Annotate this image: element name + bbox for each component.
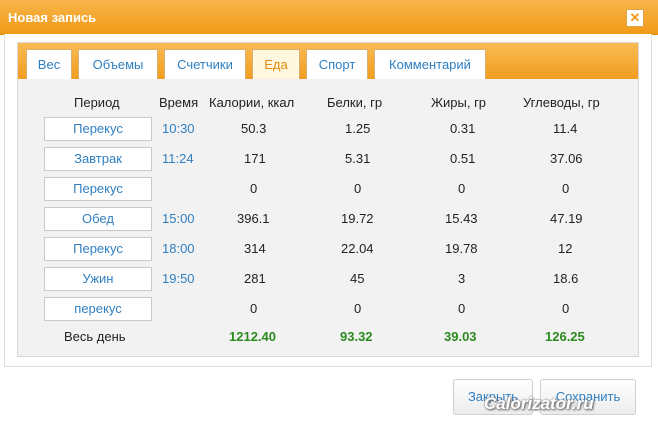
- row-calories: 0: [250, 301, 258, 316]
- period-button[interactable]: Обед: [44, 207, 152, 231]
- header-protein: Белки, гр: [327, 95, 383, 110]
- row-calories: 50.3: [241, 121, 267, 136]
- period-button[interactable]: Перекус: [44, 177, 152, 201]
- tab-comment[interactable]: Комментарий: [374, 49, 486, 79]
- row-calories: 314: [244, 241, 266, 256]
- total-carbs: 126.25: [545, 329, 585, 344]
- row-carbs: 47.19: [550, 211, 583, 226]
- header-carbs: Углеводы, гр: [523, 95, 600, 110]
- row-fat: 0: [458, 301, 466, 316]
- dialog-titlebar: Новая запись ✕: [0, 0, 658, 35]
- total-fat: 39.03: [444, 329, 477, 344]
- row-fat: 19.78: [445, 241, 478, 256]
- row-carbs: 37.06: [550, 151, 583, 166]
- row-carbs: 11.4: [553, 121, 578, 136]
- header-fat: Жиры, гр: [431, 95, 487, 110]
- row-fat: 0.51: [450, 151, 476, 166]
- period-button[interactable]: Завтрак: [44, 147, 152, 171]
- tab-weight[interactable]: Вес: [26, 49, 72, 79]
- row-carbs: 18.6: [553, 271, 579, 286]
- tab-counters[interactable]: Счетчики: [164, 49, 246, 79]
- row-calories: 281: [244, 271, 266, 286]
- period-button[interactable]: перекус: [44, 297, 152, 321]
- row-calories: 396.1: [237, 211, 270, 226]
- close-icon[interactable]: ✕: [626, 9, 644, 27]
- row-carbs: 0: [562, 301, 570, 316]
- tab-sport[interactable]: Спорт: [306, 49, 368, 79]
- total-calories: 1212.40: [229, 329, 276, 344]
- row-time[interactable]: 11:24: [162, 151, 194, 166]
- row-fat: 0: [458, 181, 466, 196]
- row-fat: 3: [458, 271, 466, 286]
- tab-food[interactable]: Еда: [252, 49, 300, 79]
- row-calories: 171: [244, 151, 266, 166]
- row-protein: 5.31: [345, 151, 371, 166]
- header-time: Время: [159, 95, 199, 110]
- row-carbs: 12: [558, 241, 573, 256]
- watermark-logo: Calorizator.ru: [484, 394, 594, 413]
- row-time[interactable]: 19:50: [162, 271, 195, 286]
- total-protein: 93.32: [340, 329, 373, 344]
- row-time[interactable]: 15:00: [162, 211, 195, 226]
- row-calories: 0: [250, 181, 258, 196]
- row-protein: 1.25: [345, 121, 371, 136]
- row-protein: 19.72: [341, 211, 374, 226]
- row-fat: 0.31: [450, 121, 476, 136]
- row-protein: 0: [354, 301, 362, 316]
- tab-bar: Вес Объемы Счетчики Еда Спорт Комментари…: [18, 43, 638, 79]
- row-protein: 22.04: [341, 241, 374, 256]
- totals-label: Весь день: [64, 329, 126, 344]
- header-calories: Калории, ккал: [209, 95, 295, 110]
- header-period: Период: [74, 95, 120, 110]
- row-protein: 0: [354, 181, 362, 196]
- period-button[interactable]: Перекус: [44, 117, 152, 141]
- tab-measurements[interactable]: Объемы: [78, 49, 158, 79]
- row-fat: 15.43: [445, 211, 478, 226]
- period-button[interactable]: Ужин: [44, 267, 152, 291]
- row-time[interactable]: 10:30: [162, 121, 195, 136]
- period-button[interactable]: Перекус: [44, 237, 152, 261]
- row-carbs: 0: [562, 181, 570, 196]
- row-time[interactable]: 18:00: [162, 241, 195, 256]
- dialog-title: Новая запись: [8, 10, 97, 25]
- row-protein: 45: [350, 271, 365, 286]
